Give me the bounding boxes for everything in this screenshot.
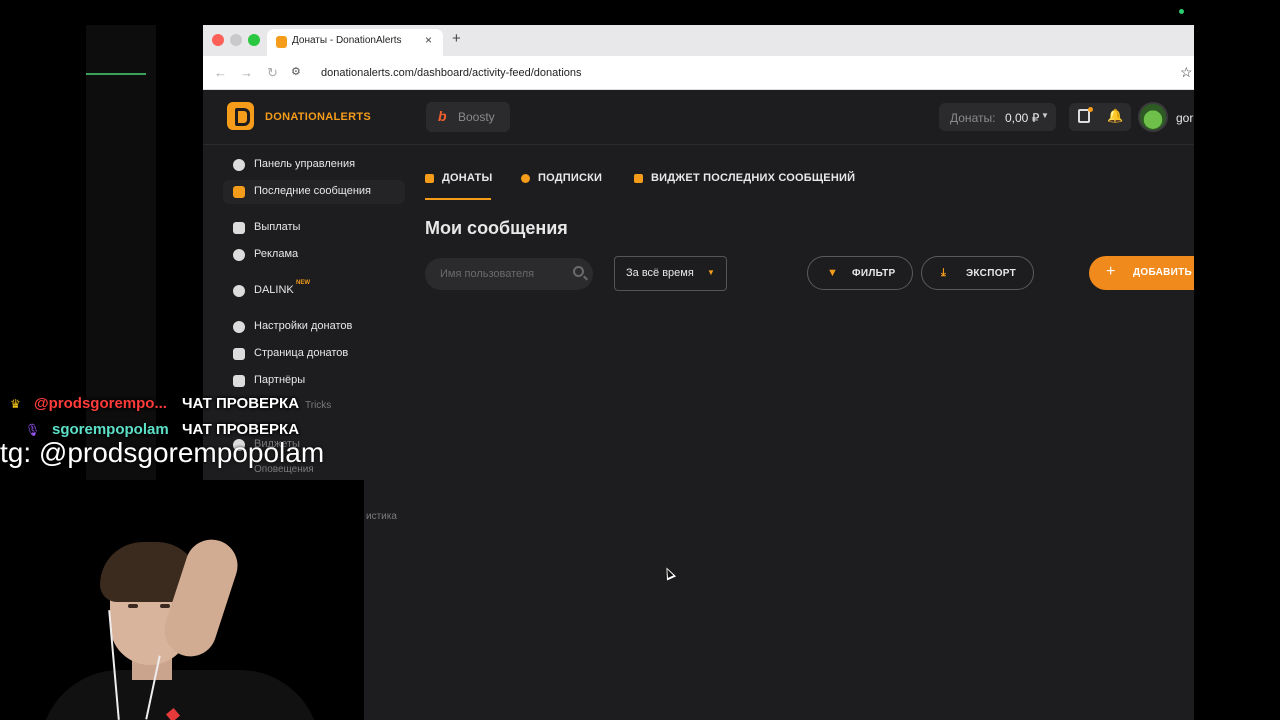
sidebar-item-dashboard[interactable]: Панель управления — [223, 153, 405, 177]
tab-label: ПОДПИСКИ — [538, 172, 603, 184]
boosty-label: Boosty — [458, 110, 495, 124]
partners-icon — [233, 375, 245, 387]
star-icon — [233, 186, 245, 198]
chevron-down-icon: ▼ — [1041, 111, 1049, 120]
donation-icon — [425, 174, 434, 183]
sidebar-item-donation-page[interactable]: Страница донатов — [223, 342, 405, 366]
minimize-window-button[interactable] — [230, 34, 242, 46]
sidebar-item-label: Партнёры — [254, 374, 306, 386]
tab-title: Донаты - DonationAlerts — [292, 35, 402, 46]
chat-username: @prodsgorempo... — [34, 395, 167, 412]
period-value: За всё время — [626, 267, 694, 279]
tab-subscriptions[interactable]: ПОДПИСКИ — [521, 170, 605, 200]
sidebar-item-latest-messages[interactable]: Последние сообщения — [223, 180, 405, 204]
export-button[interactable]: ⤓ ЭКСПОРТ — [921, 256, 1034, 290]
sidebar-item-payouts[interactable]: Выплаты — [223, 216, 405, 240]
telegram-handle: tg: @prodsgorempopolam — [0, 437, 325, 468]
chat-username: sgorempopolam — [52, 421, 169, 438]
bookmark-star-icon[interactable]: ☆ — [1180, 64, 1193, 81]
app-header: DONATIONALERTS b Boosty Донаты: 0,00 ₽ ▼… — [203, 90, 1194, 145]
username-search[interactable] — [425, 258, 593, 290]
new-badge: NEW — [296, 280, 310, 286]
tab-label: ВИДЖЕТ ПОСЛЕДНИХ СООБЩЕНИЙ — [651, 172, 856, 184]
chat-text: ЧАТ ПРОВЕРКА — [182, 421, 300, 438]
url-field[interactable]: donationalerts.com/dashboard/activity-fe… — [321, 67, 582, 79]
webcam-overlay — [0, 480, 364, 720]
new-tab-button[interactable]: + — [452, 30, 461, 47]
sidebar-item-label: Панель управления — [254, 158, 356, 170]
filter-label: ФИЛЬТР — [852, 268, 896, 279]
tab-close-icon[interactable]: × — [425, 33, 432, 47]
boosty-icon: b — [438, 108, 447, 124]
tab-bar: Донаты - DonationAlerts × + — [203, 25, 1194, 56]
back-button[interactable]: ← — [214, 65, 227, 80]
sidebar-item-label: Настройки донатов — [254, 320, 353, 332]
donationalerts-logo-icon[interactable] — [227, 102, 254, 130]
tab-donations[interactable]: ДОНАТЫ — [425, 170, 493, 200]
screen: Донаты - DonationAlerts × + ← → ↻ ⚙ dona… — [0, 0, 1280, 720]
chevron-down-icon: ▼ — [707, 268, 715, 277]
reload-button[interactable]: ↻ — [267, 65, 278, 81]
forward-button[interactable]: → — [240, 65, 253, 80]
live-indicator — [1179, 9, 1184, 14]
bell-icon[interactable]: 🔔 — [1107, 108, 1123, 124]
period-select[interactable]: За всё время ▼ — [614, 256, 727, 291]
username-search-input[interactable] — [440, 267, 565, 281]
audio-meter — [86, 73, 146, 75]
gear-icon — [233, 321, 245, 333]
search-icon[interactable] — [573, 266, 584, 277]
sidebar-item-label: DALINK — [254, 284, 294, 296]
page-icon — [233, 348, 245, 360]
donationalerts-favicon-icon — [276, 36, 287, 48]
sidebar-item-label: Tricks — [305, 400, 332, 411]
dashboard-icon — [233, 159, 245, 171]
tab-label: ДОНАТЫ — [442, 172, 493, 184]
sidebar-item-label: Страница донатов — [254, 347, 349, 359]
export-label: ЭКСПОРТ — [966, 268, 1017, 279]
sidebar-item-label: Выплаты — [254, 221, 301, 233]
maximize-window-button[interactable] — [248, 34, 260, 46]
sidebar-item-ads[interactable]: Реклама — [223, 243, 405, 267]
address-bar: ← → ↻ ⚙ donationalerts.com/dashboard/act… — [203, 56, 1194, 90]
close-window-button[interactable] — [212, 34, 224, 46]
sidebar-item-donation-settings[interactable]: Настройки донатов — [223, 315, 405, 339]
user-icon — [521, 174, 530, 183]
chat-text: ЧАТ ПРОВЕРКА — [182, 395, 300, 412]
wallet-icon — [233, 222, 245, 234]
webcam-eye — [128, 604, 138, 608]
ads-icon — [233, 249, 245, 261]
sidebar-item-label: Реклама — [254, 248, 299, 260]
microphone-icon: 🎙 — [25, 423, 41, 437]
donations-balance-dropdown[interactable]: Донаты: 0,00 ₽ ▼ — [939, 103, 1056, 131]
webcam-eye — [160, 604, 170, 608]
plus-icon: + — [1106, 263, 1116, 280]
sidebar-item-label: истика — [366, 511, 397, 522]
dalink-icon — [233, 285, 245, 297]
widget-icon — [634, 174, 643, 183]
download-icon: ⤓ — [941, 267, 946, 279]
avatar[interactable] — [1138, 102, 1168, 132]
site-settings-icon[interactable]: ⚙ — [291, 65, 301, 78]
tab-latest-messages-widget[interactable]: ВИДЖЕТ ПОСЛЕДНИХ СООБЩЕНИЙ — [634, 170, 855, 200]
add-donation-button[interactable]: + ДОБАВИТЬ С — [1089, 256, 1194, 290]
page-title: Мои сообщения — [425, 218, 568, 238]
username[interactable]: gor — [1176, 111, 1193, 125]
filter-button[interactable]: ▼ ФИЛЬТР — [807, 256, 913, 290]
logo-text[interactable]: DONATIONALERTS — [265, 111, 371, 123]
webcam-body — [40, 670, 320, 720]
sidebar-item-partners[interactable]: Партнёры — [223, 369, 405, 393]
sidebar-item-label: Последние сообщения — [254, 185, 372, 197]
filter-icon: ▼ — [827, 267, 838, 279]
donations-label: Донаты: — [950, 111, 996, 125]
news-icon[interactable] — [1078, 107, 1093, 123]
add-label: ДОБАВИТЬ С — [1133, 267, 1194, 278]
browser-tab[interactable]: Донаты - DonationAlerts × — [267, 29, 443, 56]
header-icon-group: 🔔 — [1069, 103, 1131, 131]
donations-value: 0,00 ₽ — [1005, 111, 1040, 125]
sidebar-item-dalink[interactable]: DALINK NEW — [223, 279, 405, 303]
boosty-button[interactable]: b Boosty — [426, 102, 510, 132]
crown-icon: ♛ — [10, 397, 21, 411]
